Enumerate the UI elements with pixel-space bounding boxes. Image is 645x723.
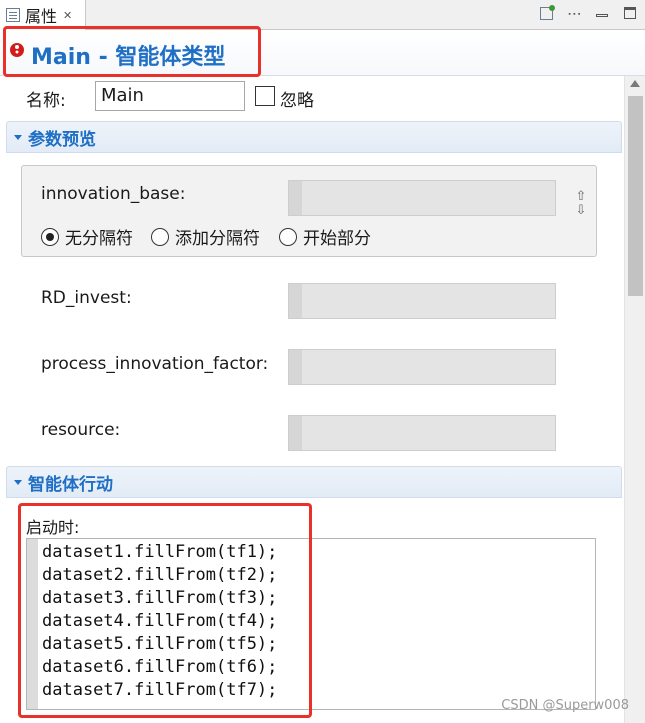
collapse-arrow-icon [14, 479, 22, 485]
properties-panel: 属性 ✕ ⋮ Main - 智能体类型 名称: Main 忽略 参数预览 inn… [0, 0, 645, 723]
tab-properties[interactable]: 属性 ✕ [0, 0, 86, 30]
ignore-label: 忽略 [280, 91, 314, 111]
radio-icon [151, 227, 169, 246]
radio-selected-icon [41, 227, 59, 246]
code-line: dataset6.fillFrom(tf6); [42, 657, 278, 677]
tab-bar: 属性 ✕ ⋮ [0, 0, 645, 30]
radio-start-part[interactable]: 开始部分 [279, 224, 371, 249]
on-startup-label: 启动时: [26, 518, 80, 537]
code-line: dataset7.fillFrom(tf7); [42, 680, 278, 700]
process-innovation-factor-field[interactable] [288, 349, 556, 385]
code-lines: dataset1.fillFrom(tf1); dataset2.fillFro… [42, 541, 277, 702]
vertical-scrollbar[interactable] [624, 76, 645, 723]
code-line: dataset2.fillFrom(tf2); [42, 565, 278, 585]
watermark: CSDN @Superw008 [501, 698, 629, 713]
radio-label: 添加分隔符 [175, 229, 260, 249]
code-line: dataset3.fillFrom(tf3); [42, 588, 278, 608]
close-icon[interactable]: ✕ [63, 9, 72, 22]
section-header-actions[interactable]: 智能体行动 [6, 466, 622, 498]
radio-add-separator[interactable]: 添加分隔符 [151, 224, 260, 249]
code-line: dataset1.fillFrom(tf1); [42, 542, 278, 562]
minimize-icon [596, 13, 608, 17]
radio-icon [279, 227, 297, 246]
on-startup-code-editor[interactable]: dataset1.fillFrom(tf1); dataset2.fillFro… [26, 538, 596, 710]
code-line: dataset5.fillFrom(tf5); [42, 634, 278, 654]
resource-label: resource: [41, 420, 121, 440]
menu-dots-icon: ⋮ [566, 7, 582, 19]
section-title: 智能体行动 [28, 474, 113, 495]
innovation-base-label: innovation_base: [41, 184, 186, 204]
radio-label: 无分隔符 [65, 229, 133, 249]
pin-icon [539, 4, 555, 20]
radio-label: 开始部分 [303, 229, 371, 249]
agent-type-icon [10, 43, 24, 57]
properties-icon [6, 8, 20, 22]
innovation-base-field[interactable] [288, 180, 556, 216]
name-input[interactable]: Main [95, 81, 245, 111]
reorder-arrows-icon[interactable]: ⇧ ⇩ [575, 190, 587, 218]
process-innovation-factor-label: process_innovation_factor: [41, 354, 269, 374]
view-toolbar: ⋮ [537, 4, 639, 22]
collapse-arrow-icon [14, 134, 22, 140]
resource-field[interactable] [288, 415, 556, 451]
pin-button[interactable] [537, 4, 555, 22]
scroll-thumb[interactable] [628, 96, 643, 296]
rd-invest-label: RD_invest: [41, 288, 132, 308]
rd-invest-field[interactable] [288, 283, 556, 319]
section-header-params[interactable]: 参数预览 [6, 121, 622, 153]
maximize-button[interactable] [621, 4, 639, 22]
name-label: 名称: [26, 91, 66, 111]
tab-label: 属性 [25, 7, 58, 26]
code-gutter [27, 539, 38, 709]
properties-header: Main - 智能体类型 [0, 31, 645, 76]
view-menu-button[interactable]: ⋮ [565, 4, 583, 22]
ignore-checkbox[interactable] [255, 86, 275, 106]
radio-no-separator[interactable]: 无分隔符 [41, 224, 133, 249]
scroll-up-arrow-icon[interactable] [630, 80, 640, 87]
maximize-icon [624, 7, 636, 19]
section-title: 参数预览 [28, 129, 96, 150]
page-title: Main - 智能体类型 [31, 45, 226, 70]
code-line: dataset4.fillFrom(tf4); [42, 611, 278, 631]
minimize-button[interactable] [593, 4, 611, 22]
